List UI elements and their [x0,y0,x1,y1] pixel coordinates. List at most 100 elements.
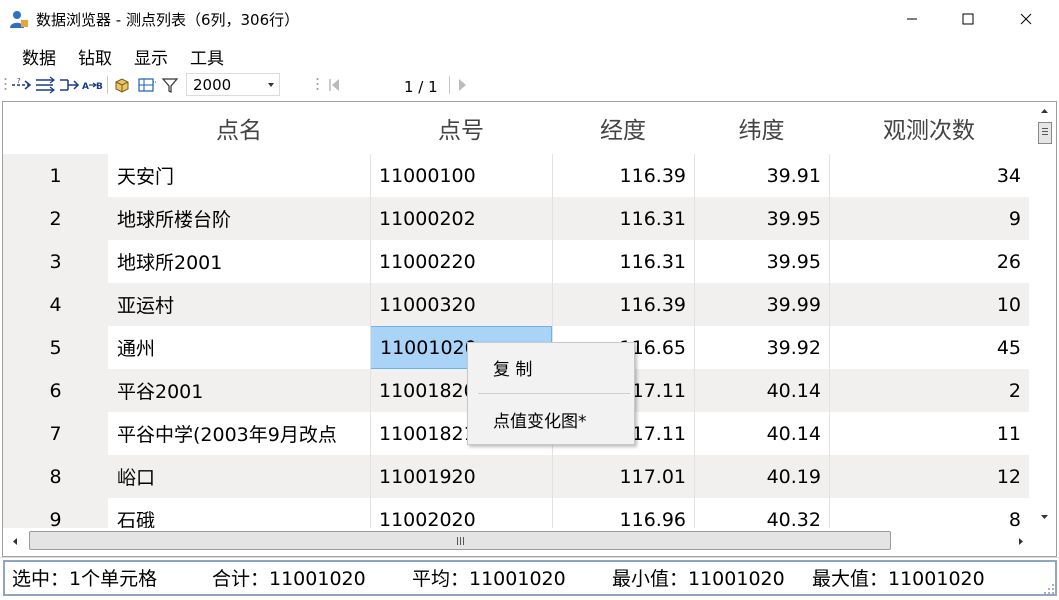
cell-latitude[interactable]: 39.99 [694,283,829,326]
cell-name[interactable]: 平谷中学(2003年9月改点 [108,412,370,455]
cell-latitude[interactable]: 40.14 [694,369,829,412]
column-divider [552,154,553,528]
app-icon [10,11,28,28]
cell-count[interactable]: 26 [829,240,1029,283]
vertical-scroll-thumb[interactable] [1038,122,1052,144]
window-title: 数据浏览器 - 测点列表（6列，306行） [36,11,300,29]
cell-count[interactable]: 2 [829,369,1029,412]
cell-longitude[interactable]: 116.39 [552,154,694,197]
row-number[interactable]: 8 [3,455,108,498]
column-header-latitude[interactable]: 纬度 [694,102,829,154]
cell-latitude[interactable]: 39.91 [694,154,829,197]
toolbar-grip-icon [316,78,319,90]
cell-latitude[interactable]: 40.19 [694,455,829,498]
cell-name[interactable]: 地球所2001 [108,240,370,283]
table-row[interactable]: 1 天安门 11000100 116.39 39.91 34 [3,154,1029,197]
cell-id[interactable]: 11000202 [370,197,552,240]
menu-drill[interactable]: 钻取 [78,44,112,69]
cell-latitude[interactable]: 39.92 [694,326,829,369]
status-average: 平均：11001020 [412,568,566,590]
toolbar [0,70,1059,100]
cell-count[interactable]: 9 [829,197,1029,240]
insert-column-icon[interactable]: ? [10,76,32,94]
table-row[interactable]: 2 地球所楼台阶 11000202 116.31 39.95 9 [3,197,1029,240]
minimize-icon [907,18,917,20]
cell-longitude[interactable]: 117.01 [552,455,694,498]
column-header-id[interactable]: 点号 [370,102,552,154]
cell-name[interactable]: 天安门 [108,154,370,197]
horizontal-scroll-thumb[interactable] [29,531,891,550]
row-number[interactable]: 7 [3,412,108,455]
row-number[interactable]: 6 [3,369,108,412]
cell-count[interactable]: 11 [829,412,1029,455]
column-header-count[interactable]: 观测次数 [829,102,1029,154]
context-value-change-chart[interactable]: 点值变化图* [493,407,587,432]
svg-text:?: ? [17,77,21,85]
select-columns-icon[interactable] [137,76,157,94]
table-row[interactable]: 3 地球所2001 11000220 116.31 39.95 26 [3,240,1029,283]
split-icon[interactable] [58,76,80,94]
menu-data[interactable]: 数据 [22,44,56,69]
cell-name[interactable]: 峪口 [108,455,370,498]
column-divider [829,154,830,528]
page-size-value: 2000 [193,76,232,94]
toolbar-separator [107,76,108,94]
table-row[interactable]: 8 峪口 11001920 117.01 40.19 12 [3,455,1029,498]
menu-display[interactable]: 显示 [134,44,168,69]
scroll-left-icon[interactable] [12,537,18,546]
cell-count[interactable]: 10 [829,283,1029,326]
cell-id[interactable]: 11000220 [370,240,552,283]
table-row[interactable]: 4 亚运村 11000320 116.39 39.99 10 [3,283,1029,326]
cell-latitude[interactable]: 40.14 [694,412,829,455]
cell-latitude[interactable]: 39.95 [694,197,829,240]
chevron-down-icon[interactable] [263,74,279,95]
resize-grip-icon[interactable] [1043,583,1055,595]
previous-page-icon[interactable] [328,76,342,94]
status-sum: 合计：11001020 [212,568,366,590]
column-header-name[interactable]: 点名 [108,102,370,154]
cell-latitude[interactable]: 39.95 [694,240,829,283]
title-bar: 数据浏览器 - 测点列表（6列，306行） [0,0,1059,38]
rename-icon[interactable]: A B [82,76,104,94]
row-number[interactable]: 1 [3,154,108,197]
cell-count[interactable]: 45 [829,326,1029,369]
cell-id[interactable]: 11000320 [370,283,552,326]
vertical-scrollbar[interactable] [1031,102,1056,528]
row-number[interactable]: 2 [3,197,108,240]
status-min: 最小值：11001020 [612,568,785,590]
cell-name[interactable]: 亚运村 [108,283,370,326]
cell-id[interactable]: 11001920 [370,455,552,498]
row-number[interactable]: 4 [3,283,108,326]
context-copy[interactable]: 复 制 [493,355,532,380]
package-icon[interactable] [113,76,131,94]
column-header-longitude[interactable]: 经度 [552,102,694,154]
menu-tools[interactable]: 工具 [190,44,224,69]
next-page-icon[interactable] [456,76,470,94]
cell-longitude[interactable]: 116.39 [552,283,694,326]
scroll-up-icon[interactable] [1040,108,1049,114]
row-number[interactable]: 3 [3,240,108,283]
scroll-right-icon[interactable] [1018,537,1024,546]
data-grid[interactable]: 点名 点号 经度 纬度 观测次数 1 天安门 11000100 116.39 39.91… [2,101,1057,557]
cell-longitude[interactable]: 116.31 [552,240,694,283]
cell-name[interactable]: 平谷2001 [108,369,370,412]
close-button[interactable] [1003,0,1049,38]
cell-longitude[interactable]: 116.31 [552,197,694,240]
svg-text:A: A [82,82,89,92]
svg-text:B: B [96,82,103,92]
cell-name[interactable]: 地球所楼台阶 [108,197,370,240]
filter-icon[interactable] [161,76,179,94]
column-divider [694,154,695,528]
cell-id[interactable]: 11000100 [370,154,552,197]
horizontal-scrollbar[interactable] [3,528,1056,556]
minimize-button[interactable] [889,0,935,38]
cell-count[interactable]: 12 [829,455,1029,498]
cell-name[interactable]: 通州 [108,326,370,369]
page-size-select[interactable]: 2000 [186,73,280,96]
toolbar-grip-icon [4,78,7,90]
maximize-button[interactable] [945,0,991,38]
cell-count[interactable]: 34 [829,154,1029,197]
row-number[interactable]: 5 [3,326,108,369]
scroll-down-icon[interactable] [1040,514,1049,520]
merge-rows-icon[interactable] [34,76,56,94]
